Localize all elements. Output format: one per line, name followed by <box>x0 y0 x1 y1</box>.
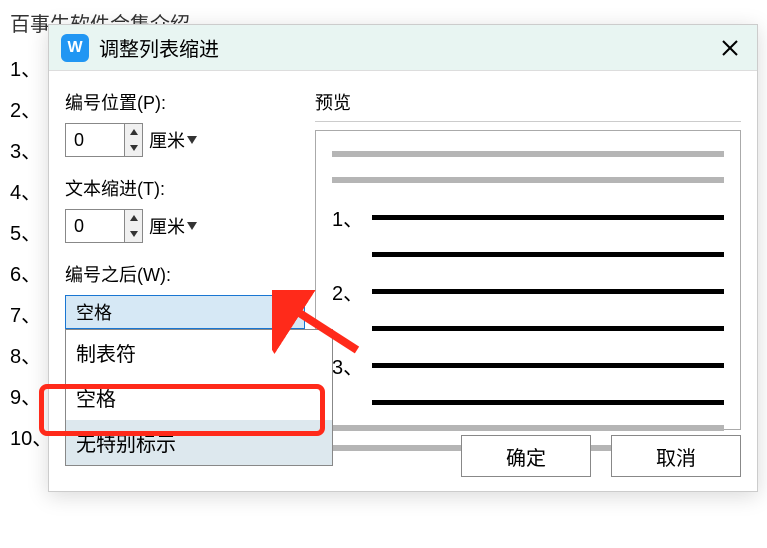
number-position-label: 编号位置(P): <box>65 89 295 115</box>
close-button[interactable] <box>715 33 745 63</box>
after-number-label: 编号之后(W): <box>65 261 295 287</box>
text-indent-unit-combo[interactable]: 厘米 <box>149 213 197 239</box>
list-item: 8、 <box>10 337 52 378</box>
close-icon <box>721 39 739 57</box>
background-list: 1、 2、 3、 4、 5、 6、 7、 8、 9、 10、 <box>10 50 52 460</box>
spinner-down-button[interactable] <box>125 226 142 242</box>
preview-number: 1、 <box>332 203 362 232</box>
preview-number: 3、 <box>332 351 362 380</box>
unit-label: 厘米 <box>149 127 185 153</box>
dropdown-option-tab[interactable]: 制表符 <box>66 330 332 375</box>
chevron-down-icon <box>284 308 294 316</box>
preview-grey-line <box>332 151 724 157</box>
chevron-down-icon <box>187 136 197 144</box>
list-item: 7、 <box>10 296 52 337</box>
preview-number-line: 2、 <box>332 277 724 306</box>
number-position-unit-combo[interactable]: 厘米 <box>149 127 197 153</box>
dropdown-option-space[interactable]: 空格 <box>66 375 332 420</box>
settings-panel: 编号位置(P): 厘米 文本缩进(T): <box>65 89 295 430</box>
preview-grey-line <box>332 177 724 183</box>
preview-number-line: 3、 <box>332 351 724 380</box>
list-item: 9、 <box>10 378 52 419</box>
dropdown-selected-value: 空格 <box>76 299 112 325</box>
after-number-dropdown-list: 制表符 空格 无特别标示 <box>65 329 333 466</box>
list-item: 5、 <box>10 214 52 255</box>
preview-black-line <box>372 400 724 405</box>
number-position-spinner[interactable] <box>65 123 143 157</box>
dialog-footer: 确定 取消 <box>461 435 741 477</box>
preview-number-line: 1、 <box>332 203 724 232</box>
preview-black-line <box>372 215 724 220</box>
app-icon: W <box>61 34 89 62</box>
chevron-down-icon <box>130 145 138 151</box>
dropdown-option-none[interactable]: 无特别标示 <box>66 420 332 465</box>
ok-button[interactable]: 确定 <box>461 435 591 477</box>
cancel-button[interactable]: 取消 <box>611 435 741 477</box>
adjust-list-indent-dialog: W 调整列表缩进 编号位置(P): 厘米 文本缩 <box>48 24 758 492</box>
chevron-down-icon <box>187 222 197 230</box>
list-item: 1、 <box>10 50 52 91</box>
preview-black-line <box>372 326 724 331</box>
preview-number: 2、 <box>332 277 362 306</box>
preview-panel: 预览 1、 2、 3、 <box>315 89 741 430</box>
unit-label: 厘米 <box>149 213 185 239</box>
after-number-dropdown[interactable]: 空格 <box>65 295 305 329</box>
chevron-up-icon <box>130 129 138 135</box>
list-item: 10、 <box>10 419 52 460</box>
preview-grey-line <box>332 425 724 431</box>
list-item: 4、 <box>10 173 52 214</box>
list-item: 6、 <box>10 255 52 296</box>
chevron-down-icon <box>130 231 138 237</box>
list-item: 3、 <box>10 132 52 173</box>
preview-black-line <box>372 252 724 257</box>
preview-box: 1、 2、 3、 <box>315 130 741 430</box>
preview-black-line <box>372 363 724 368</box>
dialog-title: 调整列表缩进 <box>99 33 715 62</box>
spinner-down-button[interactable] <box>125 140 142 156</box>
list-item: 2、 <box>10 91 52 132</box>
text-indent-label: 文本缩进(T): <box>65 175 295 201</box>
spinner-up-button[interactable] <box>125 210 142 226</box>
number-position-input[interactable] <box>66 124 124 156</box>
text-indent-spinner[interactable] <box>65 209 143 243</box>
preview-label: 预览 <box>315 89 741 122</box>
text-indent-input[interactable] <box>66 210 124 242</box>
spinner-up-button[interactable] <box>125 124 142 140</box>
dialog-titlebar: W 调整列表缩进 <box>49 25 757 71</box>
preview-black-line <box>372 289 724 294</box>
chevron-up-icon <box>130 215 138 221</box>
